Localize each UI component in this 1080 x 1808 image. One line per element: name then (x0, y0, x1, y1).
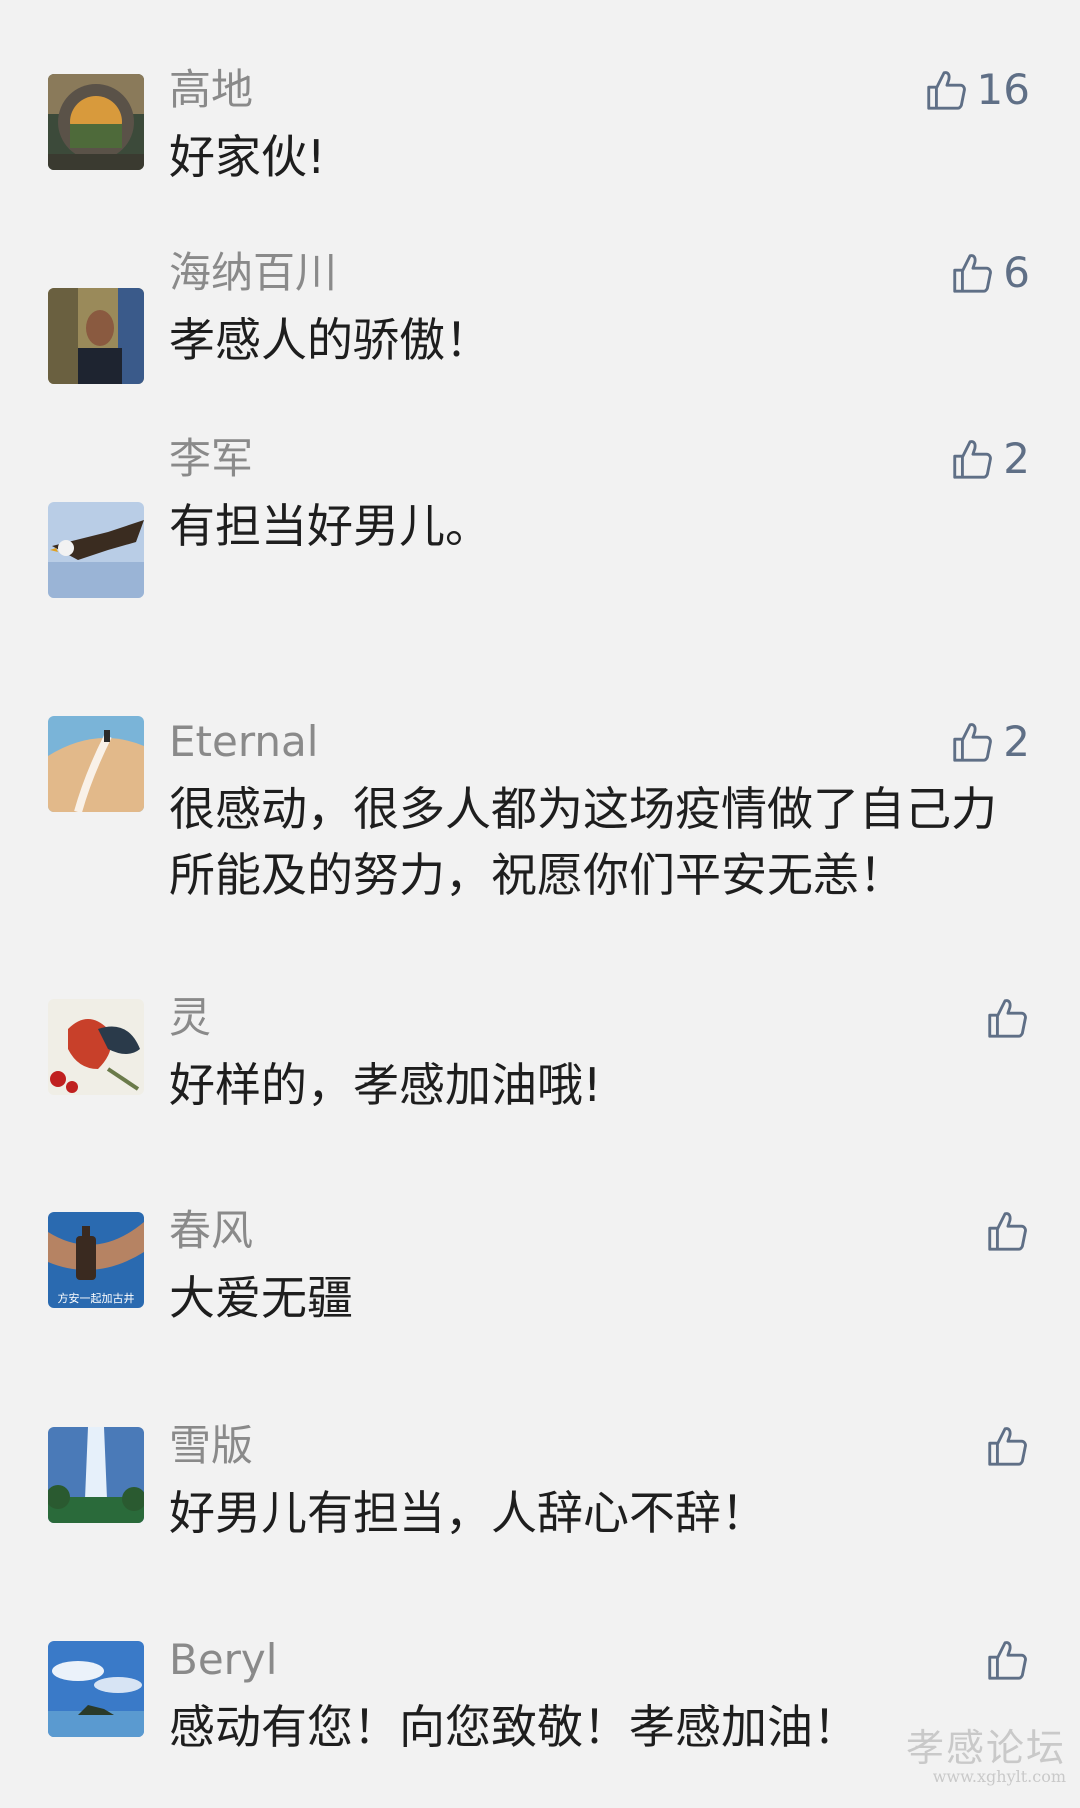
like-button[interactable] (984, 1632, 1030, 1688)
avatar[interactable] (48, 1427, 144, 1523)
comment-text: 孝感人的骄傲！ (169, 313, 491, 367)
avatar-caption: 方安一起加古井 (58, 1291, 135, 1305)
thumbs-up-icon (953, 254, 993, 293)
commenter-name[interactable]: Beryl (169, 1632, 277, 1688)
like-button[interactable] (984, 990, 1030, 1046)
avatar[interactable] (48, 288, 144, 384)
like-count: 2 (1003, 434, 1030, 483)
avatar[interactable]: 方安一起加古井 (48, 1212, 144, 1308)
comment-text: 好样的，孝感加油哦! (169, 1058, 602, 1112)
avatar-image-rooster-painting (48, 999, 144, 1095)
like-button[interactable] (984, 1203, 1030, 1259)
like-button[interactable]: 6 (949, 245, 1030, 301)
watermark-title: 孝感论坛 (905, 1726, 1066, 1770)
like-button[interactable]: 2 (949, 431, 1030, 487)
commenter-name[interactable]: 灵 (169, 990, 211, 1046)
avatar[interactable] (48, 502, 144, 598)
avatar-image-sea-island (48, 1641, 144, 1737)
like-button[interactable]: 16 (923, 62, 1030, 118)
commenter-name[interactable]: 雪版 (169, 1418, 253, 1474)
thumbs-up-icon (988, 1212, 1027, 1251)
commenter-name[interactable]: 李军 (169, 431, 253, 487)
thumbs-up-icon (953, 723, 993, 762)
comment-text: 很感动，很多人都为这场疫情做了自己力所能及的努力，祝愿你们平安无恙！ (169, 782, 997, 902)
thumbs-up-icon (926, 71, 966, 110)
watermark: 孝感论坛 www.xghylt.com (906, 1728, 1066, 1786)
avatar-image-waterfall (48, 1427, 144, 1523)
comment-text: 感动有您！向您致敬！孝感加油！ (169, 1700, 859, 1754)
commenter-name[interactable]: 高地 (169, 62, 253, 118)
commenter-name[interactable]: 春风 (169, 1203, 253, 1259)
thumbs-up-icon (988, 1427, 1027, 1466)
avatar-image-eagle (48, 502, 144, 598)
avatar-image-man (48, 288, 144, 384)
like-count: 16 (976, 65, 1030, 114)
commenter-name[interactable]: 海纳百川 (169, 245, 337, 301)
avatar[interactable] (48, 716, 144, 812)
avatar[interactable] (48, 999, 144, 1095)
comment-text: 好男儿有担当，人辞心不辞！ (169, 1486, 767, 1540)
comment-text: 好家伙! (169, 130, 326, 184)
avatar-image-desert-footprints (48, 716, 144, 812)
avatar[interactable] (48, 1641, 144, 1737)
avatar-image-liquor-bottle: 方安一起加古井 (48, 1212, 144, 1308)
comment-text: 大爱无疆 (169, 1271, 353, 1325)
like-button[interactable]: 2 (949, 714, 1030, 770)
thumbs-up-icon (988, 1641, 1027, 1680)
like-button[interactable] (984, 1418, 1030, 1474)
avatar-image-stone-arch (48, 74, 144, 170)
like-count: 2 (1003, 717, 1030, 766)
watermark-url: www.xghylt.com (932, 1767, 1066, 1786)
like-count: 6 (1003, 248, 1030, 297)
thumbs-up-icon (953, 440, 993, 479)
avatar[interactable] (48, 74, 144, 170)
commenter-name[interactable]: Eternal (169, 714, 318, 770)
comment-text: 有担当好男儿。 (169, 499, 491, 553)
thumbs-up-icon (988, 999, 1027, 1038)
